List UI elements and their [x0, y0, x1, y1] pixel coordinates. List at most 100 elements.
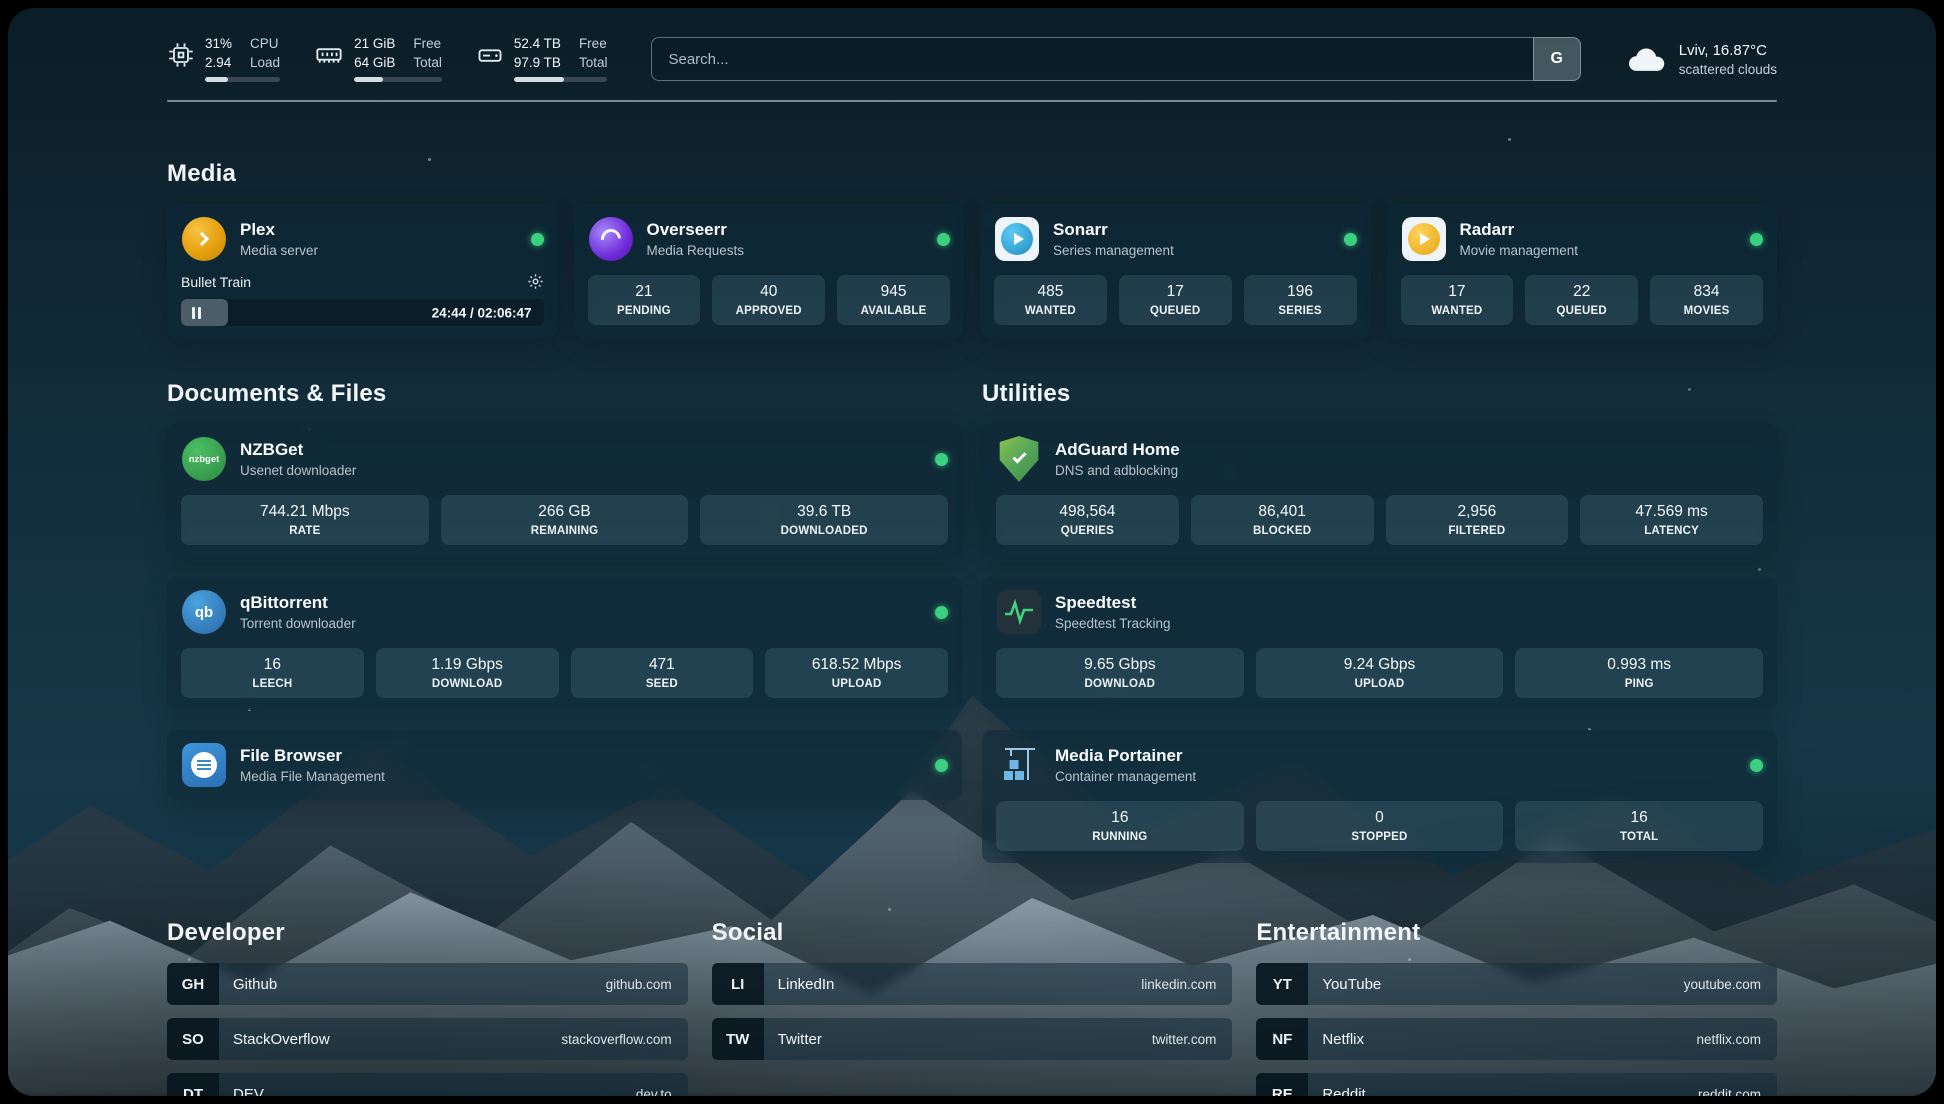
topbar: 31% CPU 2.94 Load: [167, 36, 1777, 82]
stat-running: 16 RUNNING: [996, 801, 1244, 851]
overseerr-card[interactable]: Overseerr Media Requests 21 PENDING: [574, 204, 965, 338]
bookmark-dev[interactable]: DT DEV dev.to: [167, 1073, 688, 1096]
stat-value: 22: [1531, 283, 1632, 301]
search-input[interactable]: [651, 37, 1532, 81]
stat-label: WANTED: [1000, 305, 1101, 317]
ram-label-bottom: Total: [413, 55, 442, 71]
app-subtitle: Media File Management: [240, 769, 385, 784]
progress-fill: [181, 299, 228, 326]
playback-progress: 24:44 / 02:06:47: [181, 299, 544, 326]
bookmark-github[interactable]: GH Github github.com: [167, 963, 688, 1005]
stat-label: UPLOAD: [771, 678, 942, 690]
bookmark-name: Twitter: [764, 1031, 822, 1048]
app-subtitle: Speedtest Tracking: [1055, 616, 1171, 631]
settings-gear-icon[interactable]: [527, 273, 544, 290]
bookmark-twitter[interactable]: TW Twitter twitter.com: [712, 1018, 1233, 1060]
stat-total: 16 TOTAL: [1515, 801, 1763, 851]
stat-label: BLOCKED: [1197, 525, 1368, 537]
bookmark-abbr-tile: NF: [1256, 1018, 1308, 1060]
app-name: NZBGet: [240, 440, 356, 460]
search-engine-button[interactable]: G: [1533, 37, 1581, 81]
ram-label-top: Free: [413, 36, 442, 52]
stat-filtered: 2,956 FILTERED: [1386, 495, 1569, 545]
app-name: File Browser: [240, 746, 385, 766]
stat-movies: 834 MOVIES: [1650, 275, 1763, 325]
bookmark-name: Reddit: [1308, 1086, 1365, 1096]
disk-free-value: 52.4 TB: [514, 36, 561, 52]
bookmark-netflix[interactable]: NF Netflix netflix.com: [1256, 1018, 1777, 1060]
bookmark-linkedin[interactable]: LI LinkedIn linkedin.com: [712, 963, 1233, 1005]
bookmark-abbr-tile: GH: [167, 963, 219, 1005]
bookmark-url: reddit.com: [1698, 1087, 1777, 1096]
ram-icon: [314, 41, 344, 69]
pause-icon[interactable]: [192, 307, 201, 319]
stat-label: TOTAL: [1521, 831, 1757, 843]
cpu-label-bottom: Load: [250, 55, 280, 71]
app-name: Radarr: [1460, 220, 1579, 240]
overseerr-icon: [588, 216, 634, 262]
stat-value: 17: [1125, 283, 1226, 301]
stat-rate: 744.21 Mbps RATE: [181, 495, 429, 545]
stat-value: 9.65 Gbps: [1002, 656, 1238, 674]
stat-label: UPLOAD: [1262, 678, 1498, 690]
app-subtitle: Usenet downloader: [240, 463, 356, 478]
qbittorrent-icon: qb: [181, 589, 227, 635]
stat-queries: 498,564 QUERIES: [996, 495, 1179, 545]
snow-particles: [8, 8, 11, 11]
cpu-label-top: CPU: [250, 36, 280, 52]
stat-value: 266 GB: [447, 503, 683, 521]
bookmark-abbr-tile: LI: [712, 963, 764, 1005]
stat-leech: 16 LEECH: [181, 648, 364, 698]
qbittorrent-card[interactable]: qb qBittorrent Torrent downloader 16 LEE…: [167, 577, 962, 710]
bookmark-name: Netflix: [1308, 1031, 1364, 1048]
stat-value: 618.52 Mbps: [771, 656, 942, 674]
radarr-icon: [1401, 216, 1447, 262]
status-dot: [531, 233, 544, 246]
stat-value: 945: [843, 283, 944, 301]
topbar-divider: [167, 100, 1777, 102]
app-name: Overseerr: [647, 220, 745, 240]
stat-label: DOWNLOAD: [1002, 678, 1238, 690]
ram-usage-bar: [354, 77, 442, 82]
disk-usage-bar: [514, 77, 608, 82]
app-subtitle: Container management: [1055, 769, 1196, 784]
bookmark-abbr-tile: YT: [1256, 963, 1308, 1005]
stat-value: 834: [1656, 283, 1757, 301]
bookmark-reddit[interactable]: RE Reddit reddit.com: [1256, 1073, 1777, 1096]
stat-value: 2,956: [1392, 503, 1563, 521]
stat-label: STOPPED: [1262, 831, 1498, 843]
weather-widget[interactable]: Lviv, 16.87°C scattered clouds: [1625, 42, 1777, 77]
stat-value: 16: [187, 656, 358, 674]
app-name: Speedtest: [1055, 593, 1171, 613]
bookmark-abbr-tile: DT: [167, 1073, 219, 1096]
bookmark-abbr-tile: TW: [712, 1018, 764, 1060]
plex-card[interactable]: Plex Media server Bullet Train: [167, 204, 558, 338]
status-dot: [935, 453, 948, 466]
status-dot: [1344, 233, 1357, 246]
adguard-card[interactable]: AdGuard Home DNS and adblocking 498,564 …: [982, 424, 1777, 557]
filebrowser-card[interactable]: File Browser Media File Management: [167, 730, 962, 800]
radarr-card[interactable]: Radarr Movie management 17 WANTED 2: [1387, 204, 1778, 338]
speedtest-card[interactable]: Speedtest Speedtest Tracking 9.65 Gbps D…: [982, 577, 1777, 710]
disk-metric: 52.4 TB Free 97.9 TB Total: [476, 36, 608, 82]
disk-label-top: Free: [579, 36, 608, 52]
stat-label: RUNNING: [1002, 831, 1238, 843]
stat-upload: 618.52 Mbps UPLOAD: [765, 648, 948, 698]
stat-remaining: 266 GB REMAINING: [441, 495, 689, 545]
stat-value: 16: [1521, 809, 1757, 827]
stat-queued: 22 QUEUED: [1525, 275, 1638, 325]
bookmark-url: netflix.com: [1696, 1032, 1777, 1047]
portainer-card[interactable]: Media Portainer Container management 16 …: [982, 730, 1777, 863]
nzbget-card[interactable]: nzbget NZBGet Usenet downloader 744.21 M…: [167, 424, 962, 557]
sonarr-card[interactable]: Sonarr Series management 485 WANTED: [980, 204, 1371, 338]
status-dot: [935, 606, 948, 619]
stat-label: LATENCY: [1586, 525, 1757, 537]
cpu-usage-bar: [205, 77, 280, 82]
bookmark-stackoverflow[interactable]: SO StackOverflow stackoverflow.com: [167, 1018, 688, 1060]
bookmark-youtube[interactable]: YT YouTube youtube.com: [1256, 963, 1777, 1005]
stat-value: 16: [1002, 809, 1238, 827]
stat-value: 86,401: [1197, 503, 1368, 521]
nzbget-icon-text: nzbget: [182, 437, 226, 481]
disk-icon: [476, 41, 504, 69]
app-name: AdGuard Home: [1055, 440, 1180, 460]
